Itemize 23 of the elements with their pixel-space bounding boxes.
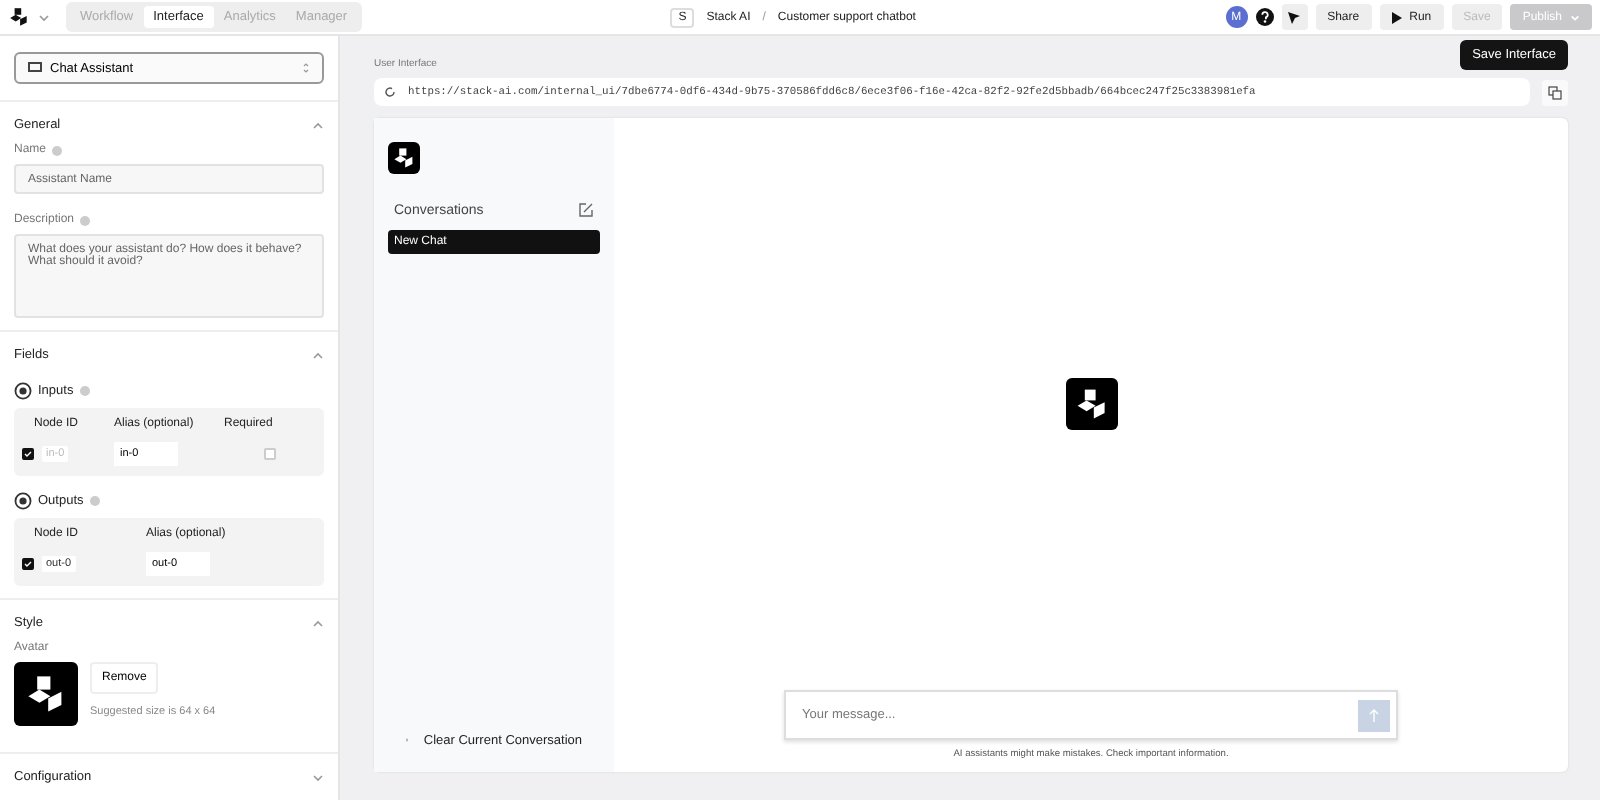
- chevron-up-icon: [312, 351, 324, 359]
- help-icon[interactable]: [1255, 8, 1274, 26]
- chevron-up-icon: [312, 619, 324, 627]
- cursor-icon[interactable]: [1281, 4, 1308, 30]
- info-icon: [52, 145, 63, 155]
- arrow-up-icon: [1368, 708, 1380, 722]
- info-icon: [79, 386, 90, 396]
- chevron-down-icon: [312, 773, 324, 781]
- reload-icon[interactable]: [384, 86, 396, 98]
- chevron-down-icon: [38, 13, 50, 21]
- logo-icon: [1073, 386, 1109, 422]
- checkbox[interactable]: [22, 448, 34, 460]
- info-icon: [80, 215, 91, 225]
- node-icon: [14, 382, 32, 400]
- chevron-up-icon: [312, 121, 324, 129]
- edit-icon[interactable]: [578, 202, 594, 218]
- copy-icon[interactable]: [1542, 79, 1568, 105]
- logo-icon: [8, 6, 30, 28]
- node-icon: [14, 492, 32, 510]
- required-checkbox[interactable]: [264, 448, 276, 460]
- play-icon: [1391, 11, 1402, 23]
- info-icon: [89, 496, 100, 506]
- checkbox[interactable]: [22, 558, 34, 570]
